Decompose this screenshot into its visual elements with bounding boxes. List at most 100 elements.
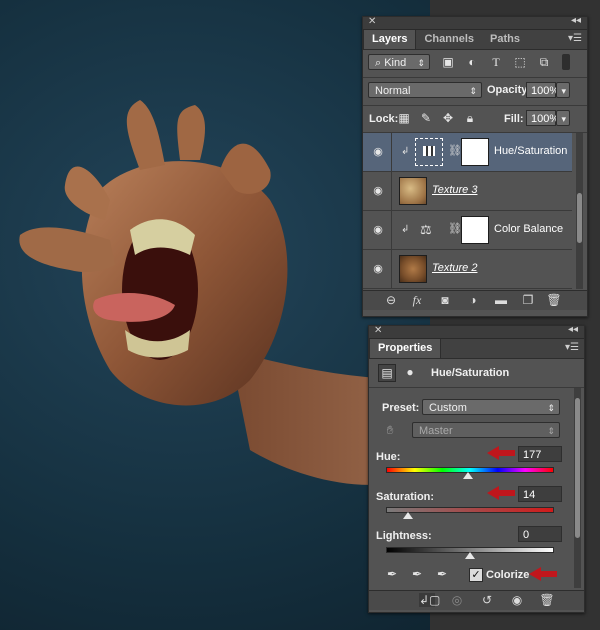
scrollbar-thumb[interactable]	[575, 398, 580, 538]
filter-smartobject-icon[interactable]: ⧉	[536, 54, 552, 70]
tab-properties[interactable]: Properties	[369, 339, 442, 358]
texture-thumbnail[interactable]	[399, 255, 427, 283]
layer-mask-thumbnail[interactable]	[461, 138, 489, 166]
panel-menu-icon[interactable]: ▾☰	[565, 342, 579, 353]
close-icon[interactable]: ✕	[374, 325, 382, 336]
layer-name[interactable]: Hue/Saturation	[494, 145, 567, 157]
clip-to-layer-icon[interactable]: ↲▢	[419, 593, 440, 607]
opacity-label: Opacity:	[487, 84, 532, 96]
opacity-dropdown-button[interactable]: ▾	[556, 82, 570, 98]
fill-label: Fill:	[504, 113, 524, 125]
eye-icon[interactable]: ◉	[371, 184, 385, 198]
properties-scrollbar[interactable]	[574, 388, 581, 588]
lock-all-icon[interactable]: 🔒︎	[462, 110, 478, 126]
new-layer-icon[interactable]: ❐	[520, 293, 536, 307]
tab-channels[interactable]: Channels	[416, 30, 482, 49]
eye-icon[interactable]: ◉	[371, 262, 385, 276]
saturation-label: Saturation:	[376, 491, 435, 503]
link-icon[interactable]: ⊖	[383, 293, 399, 307]
lightness-value-field[interactable]: 0	[518, 526, 562, 542]
adjustment-icon[interactable]: ◑	[465, 293, 481, 307]
layer-name[interactable]: Texture 3	[432, 184, 477, 196]
opacity-field[interactable]: 100%	[526, 82, 559, 98]
chevron-down-icon: ▾	[561, 114, 566, 124]
panel-top-bar: ✕ ◂◂	[369, 324, 584, 339]
layer-row-color-balance[interactable]: ◉ ↲ ⚖ ⛓ Color Balance	[363, 211, 572, 250]
layer-row-texture-2[interactable]: ◉ Texture 2	[363, 250, 572, 289]
chain-link-icon[interactable]: ⛓	[448, 144, 462, 157]
reset-icon[interactable]: ↺	[479, 593, 495, 607]
updown-icon: ⇕	[469, 86, 477, 96]
red-arrow-annotation	[529, 567, 557, 581]
fill-field[interactable]: 100%	[526, 110, 559, 126]
lock-move-icon[interactable]: ✥	[440, 110, 456, 126]
trash-icon[interactable]: 🗑︎	[539, 593, 555, 607]
lock-brush-icon[interactable]: ✎	[418, 110, 434, 126]
eyedropper-minus-icon[interactable]: ✒︎	[434, 566, 450, 582]
filter-toggle-icon[interactable]	[562, 54, 570, 70]
adjustment-title: Hue/Saturation	[431, 367, 510, 379]
channel-dropdown[interactable]: Master ⇕	[412, 422, 560, 438]
adjustment-thumbnail[interactable]	[415, 138, 443, 166]
divider	[391, 211, 392, 249]
eyedropper-plus-icon[interactable]: ✒︎	[409, 566, 425, 582]
fill-dropdown-button[interactable]: ▾	[556, 110, 570, 126]
divider	[391, 172, 392, 210]
lightness-slider-knob[interactable]	[465, 552, 475, 559]
view-previous-icon[interactable]: ◎	[449, 593, 465, 607]
search-icon: ⌕	[375, 57, 385, 69]
collapse-icon[interactable]: ◂◂	[568, 324, 578, 335]
layer-name[interactable]: Color Balance	[494, 223, 563, 235]
preset-dropdown[interactable]: Custom ⇕	[422, 399, 560, 415]
tab-layers[interactable]: Layers	[363, 30, 417, 49]
mask-icon[interactable]: ◙	[437, 293, 453, 307]
targeted-adjustment-hand-icon[interactable]: ✋︎	[382, 422, 398, 438]
lightness-label: Lightness:	[376, 530, 432, 542]
scrollbar-thumb[interactable]	[577, 193, 582, 243]
panel-top-bar: ✕ ◂◂	[363, 15, 587, 30]
layers-tab-bar: Layers Channels Paths ▾☰	[363, 30, 587, 50]
lock-transparent-icon[interactable]: ▦	[396, 110, 412, 126]
hue-value-field[interactable]: 177	[518, 446, 562, 462]
layer-mask-thumbnail[interactable]	[461, 216, 489, 244]
filter-kind-value: Kind	[384, 57, 407, 69]
collapse-icon[interactable]: ◂◂	[571, 15, 581, 26]
filter-shape-icon[interactable]: ⬚	[512, 54, 528, 70]
filter-adjustment-icon[interactable]: ◐	[464, 54, 480, 70]
chain-link-icon[interactable]: ⛓	[448, 222, 462, 235]
saturation-value-field[interactable]: 14	[518, 486, 562, 502]
close-icon[interactable]: ✕	[368, 16, 376, 27]
filter-type-icon[interactable]: T	[488, 54, 504, 70]
mask-properties-icon[interactable]: ●	[402, 364, 418, 380]
properties-footer: ↲▢ ◎ ↺ ◉ 🗑︎	[369, 590, 584, 610]
layers-footer: ⊖ fx ◙ ◑ ▬ ❐ 🗑︎	[363, 290, 587, 310]
eyedropper-icon[interactable]: ✒︎	[384, 566, 400, 582]
layer-name[interactable]: Texture 2	[432, 262, 477, 274]
trash-icon[interactable]: 🗑︎	[546, 293, 562, 307]
hue-sat-icon	[423, 146, 435, 156]
eye-visibility-icon[interactable]: ◉	[509, 593, 525, 607]
colorize-checkbox[interactable]: ✓	[469, 568, 483, 582]
blend-mode-dropdown[interactable]: Normal ⇕	[368, 82, 482, 98]
hue-sat-adjustment-icon[interactable]: ▤	[378, 364, 396, 382]
eye-icon[interactable]: ◉	[371, 223, 385, 237]
fx-icon[interactable]: fx	[409, 293, 425, 308]
filter-kind-dropdown[interactable]: ⌕ Kind ⇕	[368, 54, 430, 70]
preset-label: Preset:	[382, 402, 420, 414]
saturation-slider-knob[interactable]	[403, 512, 413, 519]
layer-row-texture-3[interactable]: ◉ Texture 3	[363, 172, 572, 211]
panel-menu-icon[interactable]: ▾☰	[568, 33, 582, 44]
balance-scale-icon[interactable]: ⚖	[420, 222, 432, 238]
colorize-label[interactable]: Colorize	[486, 569, 529, 581]
hue-slider-knob[interactable]	[463, 472, 473, 479]
layer-row-hue-saturation[interactable]: ◉ ↲ ⛓ Hue/Saturation	[363, 133, 572, 172]
eye-icon[interactable]: ◉	[371, 145, 385, 159]
hue-label: Hue:	[376, 451, 401, 463]
texture-thumbnail[interactable]	[399, 177, 427, 205]
folder-icon[interactable]: ▬	[493, 293, 509, 307]
divider	[391, 133, 392, 171]
tab-paths[interactable]: Paths	[482, 30, 528, 49]
filter-pixel-icon[interactable]: ▣	[440, 54, 456, 70]
layers-scrollbar[interactable]	[576, 133, 583, 289]
properties-panel: ✕ ◂◂ Properties ▾☰ ▤ ● Hue/Saturation Pr…	[368, 324, 585, 613]
